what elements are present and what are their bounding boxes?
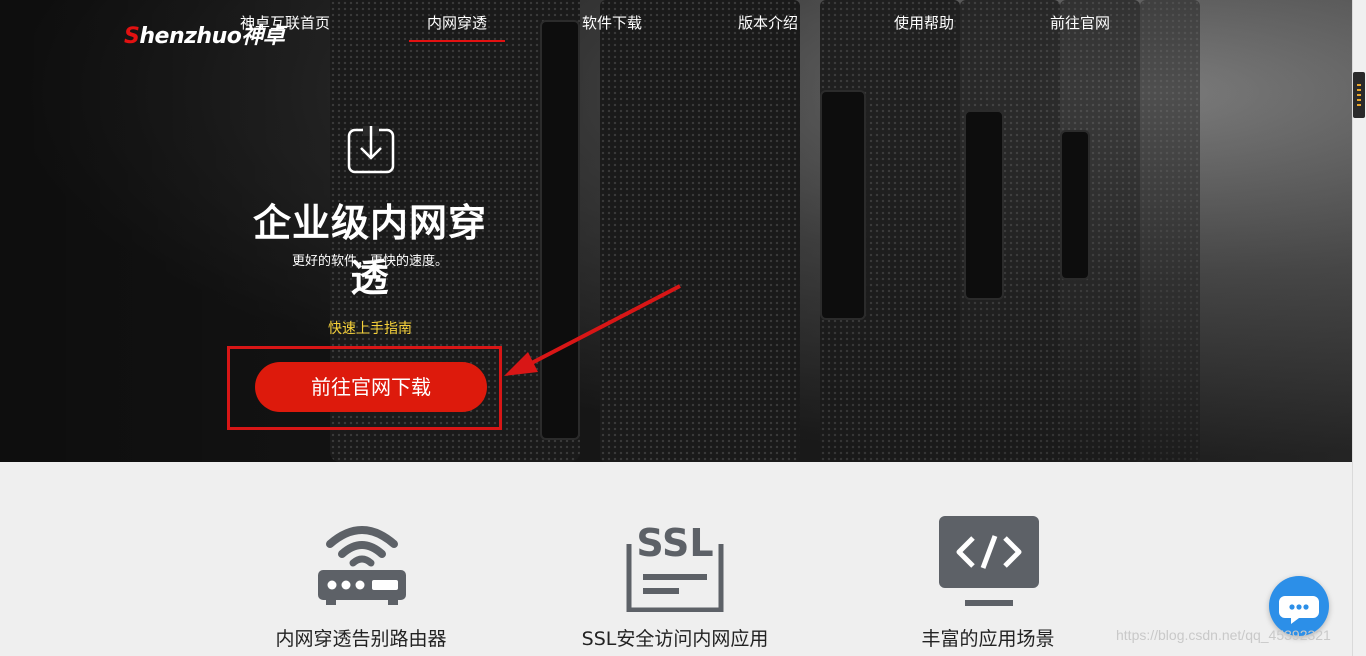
ssl-certificate-icon: SSL xyxy=(626,521,724,612)
feature-label-ssl: SSL安全访问内网应用 xyxy=(581,628,769,650)
feature-label-router: 内网穿透告别路由器 xyxy=(275,628,447,650)
router-wifi-icon xyxy=(318,526,406,605)
hero-subtitle: 更好的软件，更快的速度。 xyxy=(291,254,448,269)
logo-initial: S xyxy=(124,24,140,49)
nav-item-help[interactable]: 使用帮助 xyxy=(884,12,964,42)
cabinet-handle xyxy=(964,110,1004,300)
annotation-arrow-icon xyxy=(504,284,681,376)
nav-item-version-intro[interactable]: 版本介绍 xyxy=(728,12,808,42)
server-cabinet xyxy=(1140,0,1200,462)
feature-label-scenarios: 丰富的应用场景 xyxy=(921,628,1055,650)
svg-text:SSL: SSL xyxy=(636,521,713,565)
nav-item-official-site[interactable]: 前往官网 xyxy=(1040,12,1120,42)
watermark-text: https://blog.csdn.net/qq_45392321 xyxy=(1116,627,1331,643)
nav-item-software-download[interactable]: 软件下载 xyxy=(572,12,652,42)
hero-title: 企业级内网穿透 xyxy=(252,201,487,300)
quick-start-guide-link[interactable]: 快速上手指南 xyxy=(270,318,470,338)
hero-banner: Shenzhuo神卓 神卓互联首页 内网穿透 软件下载 版本介绍 使用帮助 前往… xyxy=(0,0,1352,462)
server-cabinet xyxy=(600,0,800,462)
official-download-button[interactable]: 前往官网下载 xyxy=(255,362,487,412)
page-scrollbar[interactable] xyxy=(1352,0,1366,656)
scrollbar-thumb[interactable] xyxy=(1353,72,1365,118)
code-monitor-icon xyxy=(939,516,1039,606)
nav-item-intranet-penetration[interactable]: 内网穿透 xyxy=(409,12,505,42)
nav-item-home[interactable]: 神卓互联首页 xyxy=(236,12,334,42)
cabinet-handle xyxy=(820,90,866,320)
cabinet-handle xyxy=(1060,130,1090,280)
download-box-icon xyxy=(347,126,395,174)
top-nav: Shenzhuo神卓 神卓互联首页 内网穿透 软件下载 版本介绍 使用帮助 前往… xyxy=(0,0,1352,49)
